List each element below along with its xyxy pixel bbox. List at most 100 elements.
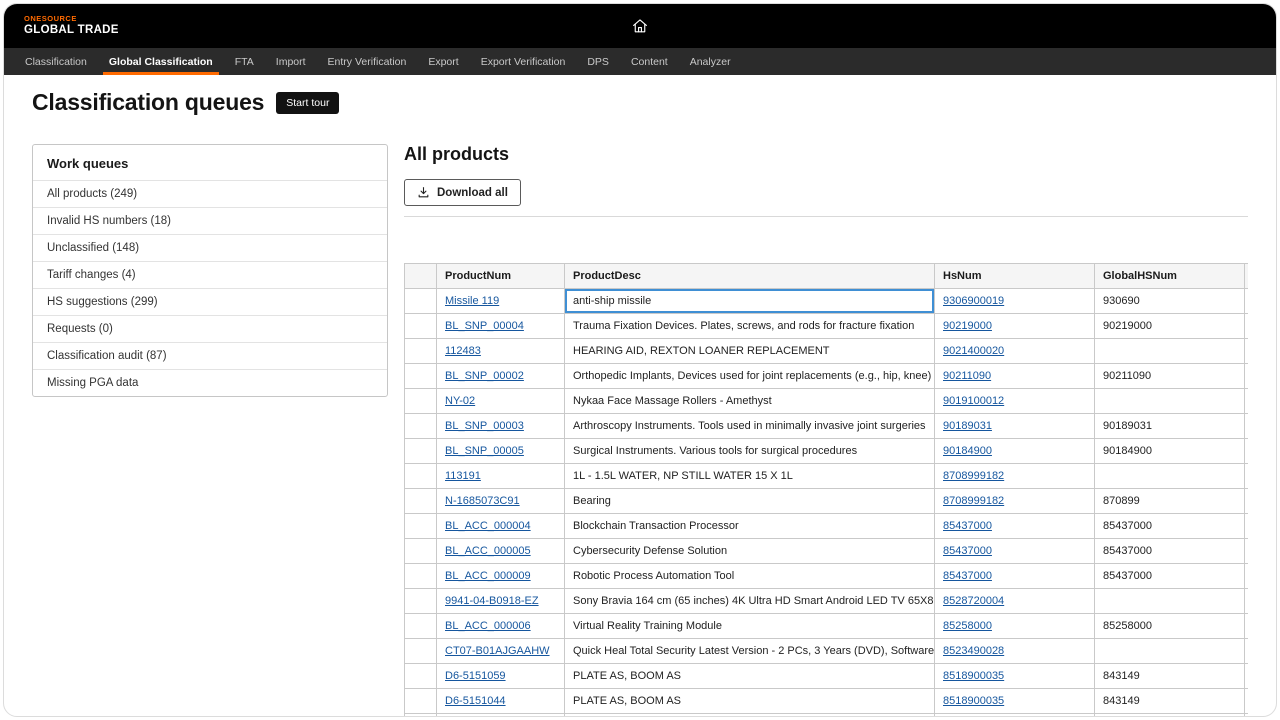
sidebar-item-unclassified-148[interactable]: Unclassified (148) <box>33 234 387 261</box>
hsnum-link[interactable]: 8708999182 <box>943 470 1004 482</box>
product-extra-cell: HT003 <box>1245 414 1249 439</box>
product-num-link[interactable]: BL_ACC_000004 <box>445 520 531 532</box>
product-desc-cell[interactable]: Robotic Process Automation Tool <box>565 564 935 589</box>
product-extra-cell <box>1245 714 1249 718</box>
product-desc-cell[interactable]: Bearing <box>565 489 935 514</box>
product-desc-cell[interactable]: Blockchain Transaction Processor <box>565 514 935 539</box>
product-desc-cell[interactable]: PLATE AS, BOOM AS <box>565 664 935 689</box>
product-extra-cell: HT004 <box>1245 564 1249 589</box>
sidebar-item-classification-audit-87[interactable]: Classification audit (87) <box>33 342 387 369</box>
hsnum-link[interactable]: 9019100012 <box>943 395 1004 407</box>
product-num-link[interactable]: Missile 119 <box>445 295 499 307</box>
table-row: BL_ACC_000009 Robotic Process Automation … <box>405 564 1249 589</box>
product-num-link[interactable]: D6-5151059 <box>445 670 506 682</box>
nav-item-entry-verification[interactable]: Entry Verification <box>317 48 418 75</box>
product-num-link[interactable]: 112483 <box>445 345 481 357</box>
hsnum-link[interactable]: 85258000 <box>943 620 992 632</box>
product-desc-cell[interactable]: Sony Bravia 164 cm (65 inches) 4K Ultra … <box>565 589 935 614</box>
product-num-link[interactable]: BL_ACC_000006 <box>445 620 531 632</box>
home-icon[interactable] <box>632 18 649 35</box>
product-desc-cell[interactable]: Surgical Instruments. Various tools for … <box>565 439 935 464</box>
hsnum-link[interactable]: 90211090 <box>943 370 991 382</box>
row-select-cell <box>405 664 437 689</box>
nav-item-analyzer[interactable]: Analyzer <box>679 48 742 75</box>
product-desc-cell[interactable]: 1L - 1.5L WATER, NP STILL WATER 15 X 1L <box>565 464 935 489</box>
product-desc-cell[interactable]: HEARING AID, REXTON LOANER REPLACEMENT <box>565 339 935 364</box>
product-num-link[interactable]: BL_ACC_000009 <box>445 570 531 582</box>
product-num-link[interactable]: BL_SNP_00003 <box>445 420 524 432</box>
product-num-cell: 113191 <box>437 464 565 489</box>
download-all-button[interactable]: Download all <box>404 179 521 206</box>
hsnum-link[interactable]: 8518900035 <box>943 695 1004 707</box>
product-extra-cell: HT002 <box>1245 364 1249 389</box>
table-row: 9941-04-B0918-EZ Sony Bravia 164 cm (65 i… <box>405 589 1249 614</box>
column-header-select <box>405 264 437 289</box>
product-num-link[interactable]: N-1685073C91 <box>445 495 520 507</box>
row-select-cell <box>405 639 437 664</box>
product-extra-cell <box>1245 339 1249 364</box>
product-num-link[interactable]: D6-5151044 <box>445 695 506 707</box>
hsnum-link[interactable]: 85437000 <box>943 570 992 582</box>
hsnum-link[interactable]: 8523490028 <box>943 645 1004 657</box>
hsnum-link[interactable]: 9306900019 <box>943 295 1004 307</box>
hsnum-link[interactable]: 90184900 <box>943 445 992 457</box>
product-num-link[interactable]: 9941-04-B0918-EZ <box>445 595 539 607</box>
row-select-cell <box>405 314 437 339</box>
work-queues-title: Work queues <box>33 145 387 180</box>
table-row: BL_ACC_000006 Virtual Reality Training Mo… <box>405 614 1249 639</box>
hsnum-cell: 90219000 <box>935 314 1095 339</box>
product-num-link[interactable]: BL_SNP_00004 <box>445 320 524 332</box>
hsnum-link[interactable]: 9021400020 <box>943 345 1004 357</box>
product-desc-cell[interactable]: Cybersecurity Defense Solution <box>565 539 935 564</box>
sidebar-item-requests-0[interactable]: Requests (0) <box>33 315 387 342</box>
hsnum-link[interactable]: 85437000 <box>943 520 992 532</box>
product-num-link[interactable]: BL_SNP_00005 <box>445 445 524 457</box>
product-desc-cell[interactable]: PLATE AS, BOOM AS <box>565 714 935 718</box>
products-table-container: ProductNumProductDescHsNumGlobalHSNumPro… <box>404 263 1248 717</box>
nav-item-classification[interactable]: Classification <box>14 48 98 75</box>
hsnum-link[interactable]: 90189031 <box>943 420 992 432</box>
product-num-cell: BL_ACC_000009 <box>437 564 565 589</box>
sidebar-item-all-products-249[interactable]: All products (249) <box>33 180 387 207</box>
sidebar-item-hs-suggestions-299[interactable]: HS suggestions (299) <box>33 288 387 315</box>
hsnum-link[interactable]: 85437000 <box>943 545 992 557</box>
nav-item-export[interactable]: Export <box>417 48 469 75</box>
sidebar-item-invalid-hs-numbers-18[interactable]: Invalid HS numbers (18) <box>33 207 387 234</box>
product-desc-cell[interactable]: Arthroscopy Instruments. Tools used in m… <box>565 414 935 439</box>
nav-item-import[interactable]: Import <box>265 48 317 75</box>
page-title: Classification queues <box>32 89 264 116</box>
hsnum-cell: 90189031 <box>935 414 1095 439</box>
nav-item-fta[interactable]: FTA <box>224 48 265 75</box>
product-desc-cell[interactable]: Orthopedic Implants, Devices used for jo… <box>565 364 935 389</box>
product-num-link[interactable]: BL_ACC_000005 <box>445 545 531 557</box>
product-desc-cell[interactable]: Quick Heal Total Security Latest Version… <box>565 639 935 664</box>
global-hsnum-cell: 870899 <box>1095 489 1245 514</box>
product-extra-cell: Media <box>1245 639 1249 664</box>
hsnum-link[interactable]: 8528720004 <box>943 595 1004 607</box>
product-desc-cell[interactable]: anti-ship missile <box>565 289 935 314</box>
sidebar-item-tariff-changes-4[interactable]: Tariff changes (4) <box>33 261 387 288</box>
product-desc-cell[interactable]: Trauma Fixation Devices. Plates, screws,… <box>565 314 935 339</box>
product-num-link[interactable]: 113191 <box>445 470 481 482</box>
product-desc-cell[interactable]: Virtual Reality Training Module <box>565 614 935 639</box>
hsnum-link[interactable]: 90219000 <box>943 320 992 332</box>
hsnum-link[interactable]: 8518900035 <box>943 670 1004 682</box>
brand-logo: ONESOURCE GLOBAL TRADE <box>24 15 119 37</box>
start-tour-button[interactable]: Start tour <box>276 92 339 114</box>
product-extra-cell <box>1245 289 1249 314</box>
product-desc-cell[interactable]: Nykaa Face Massage Rollers - Amethyst <box>565 389 935 414</box>
hsnum-link[interactable]: 8708999182 <box>943 495 1004 507</box>
nav-item-global-classification[interactable]: Global Classification <box>98 48 224 75</box>
product-num-link[interactable]: NY-02 <box>445 395 475 407</box>
nav-item-export-verification[interactable]: Export Verification <box>470 48 577 75</box>
product-num-link[interactable]: CT07-B01AJGAAHW <box>445 645 550 657</box>
product-num-link[interactable]: BL_SNP_00002 <box>445 370 524 382</box>
brand-onesource: ONESOURCE <box>24 15 119 24</box>
product-desc-cell[interactable]: PLATE AS, BOOM AS <box>565 689 935 714</box>
nav-item-dps[interactable]: DPS <box>576 48 620 75</box>
product-num-cell: NY-02 <box>437 389 565 414</box>
hsnum-cell: 9306900019 <box>935 289 1095 314</box>
nav-item-content[interactable]: Content <box>620 48 679 75</box>
hsnum-cell: 90184900 <box>935 439 1095 464</box>
sidebar-item-missing-pga-data[interactable]: Missing PGA data <box>33 369 387 396</box>
